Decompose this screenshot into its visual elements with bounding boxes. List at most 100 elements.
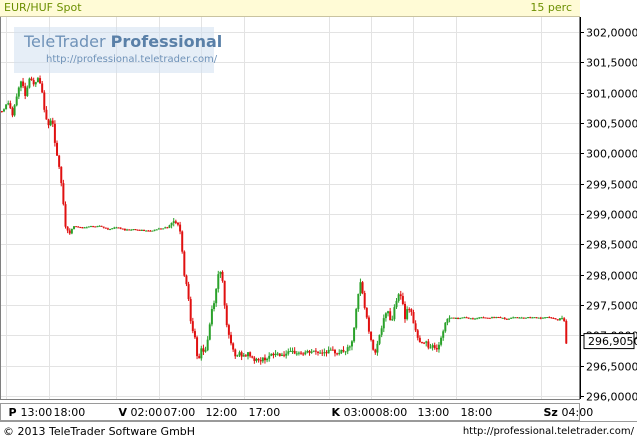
interval-label[interactable]: 15 perc: [530, 1, 572, 14]
candle-body: [64, 204, 67, 227]
time-tick-label: 17:00: [249, 406, 281, 419]
candle-body: [77, 226, 80, 228]
time-tick-label: 03:00: [344, 406, 376, 419]
candle-body: [185, 275, 188, 285]
candle-body: [501, 317, 504, 319]
candle-body: [261, 357, 264, 362]
candle-body: [198, 356, 201, 359]
candle-body: [397, 294, 400, 301]
candle-body: [274, 353, 277, 356]
candle-body: [480, 317, 483, 319]
candle-body: [437, 344, 440, 350]
footer-url-link[interactable]: http://professional.teletrader.com/: [463, 426, 634, 437]
candle-body: [58, 155, 61, 167]
candle-body: [153, 229, 156, 231]
candle-body: [291, 350, 294, 352]
candle-body: [81, 227, 84, 229]
candle-body: [270, 353, 273, 356]
candle-body: [503, 317, 506, 319]
watermark-brand: TeleTrader Professional: [24, 32, 222, 51]
candle-body: [140, 229, 143, 231]
candle-body: [393, 307, 396, 320]
candle-body: [541, 317, 544, 319]
candle-body: [126, 229, 129, 231]
candle-body: [370, 331, 373, 340]
candle-body: [187, 284, 190, 300]
candle-body: [193, 331, 196, 338]
candle-body: [276, 353, 279, 355]
candle-body: [96, 226, 99, 228]
candle-body: [520, 317, 523, 319]
candle-body: [442, 331, 445, 338]
price-tick-label: 302,0000: [586, 27, 637, 40]
candle-body: [488, 317, 491, 319]
candle-body: [240, 352, 243, 357]
candle-body: [230, 334, 233, 344]
candle-body: [72, 226, 75, 229]
candle-body: [22, 81, 25, 87]
candle-body: [170, 222, 173, 226]
candle-body: [219, 271, 222, 275]
instrument-name: EUR/HUF Spot: [4, 1, 82, 14]
candle-body: [529, 317, 532, 319]
candle-body: [151, 230, 154, 232]
candle-body: [56, 142, 59, 156]
candle-body: [147, 230, 150, 232]
last-price-label: 296,9050: [588, 335, 637, 348]
candle-body: [363, 292, 366, 308]
candle-body: [106, 228, 109, 230]
candle-body: [556, 319, 559, 321]
candle-body: [45, 109, 48, 120]
candle-body: [39, 78, 42, 84]
candle-body: [85, 227, 88, 229]
candle-body: [391, 319, 394, 321]
candle-body: [181, 231, 184, 252]
price-tick-label: 301,0000: [586, 88, 637, 101]
candle-body: [136, 229, 139, 231]
candle-body: [202, 348, 205, 352]
day-tick-label: V: [119, 406, 128, 419]
candle-body: [548, 317, 551, 319]
candle-body: [117, 227, 120, 229]
candle-body: [210, 308, 213, 325]
candle-body: [297, 352, 300, 354]
candle-body: [323, 352, 326, 354]
candle-body: [321, 352, 324, 354]
candle-body: [302, 353, 305, 355]
candle-body: [87, 226, 90, 228]
candle-body: [336, 353, 339, 355]
time-tick-label: 12:00: [206, 406, 238, 419]
time-tick-label: 04:00: [562, 406, 594, 419]
candle-body: [465, 317, 468, 319]
candle-body: [70, 228, 73, 234]
candle-body: [166, 227, 169, 229]
candle-body: [374, 349, 377, 353]
candle-body: [7, 103, 10, 105]
candle-body: [463, 317, 466, 319]
time-tick-label: 08:00: [376, 406, 408, 419]
candle-body: [550, 317, 553, 319]
candle-body: [289, 350, 292, 352]
candle-body: [344, 351, 347, 353]
candle-body: [378, 334, 381, 344]
candle-body: [19, 81, 22, 88]
candle-body: [454, 317, 457, 319]
candle-body: [476, 318, 479, 320]
candle-body: [524, 317, 527, 319]
candle-body: [514, 317, 517, 319]
candle-body: [251, 356, 254, 358]
candle-body: [469, 318, 472, 320]
candle-body: [304, 352, 307, 355]
candle-body: [497, 317, 500, 319]
candle-body: [558, 318, 561, 321]
candle-body: [486, 317, 489, 319]
candle-body: [361, 282, 364, 293]
candle-body: [62, 183, 65, 205]
day-tick-label: Sz: [544, 406, 558, 419]
time-tick-label: 18:00: [54, 406, 86, 419]
candle-body: [223, 280, 226, 306]
watermark-brand-bold: Professional: [110, 32, 223, 51]
price-tick-label: 298,0000: [586, 270, 637, 283]
candle-body: [244, 355, 247, 357]
candle-body: [446, 318, 449, 323]
